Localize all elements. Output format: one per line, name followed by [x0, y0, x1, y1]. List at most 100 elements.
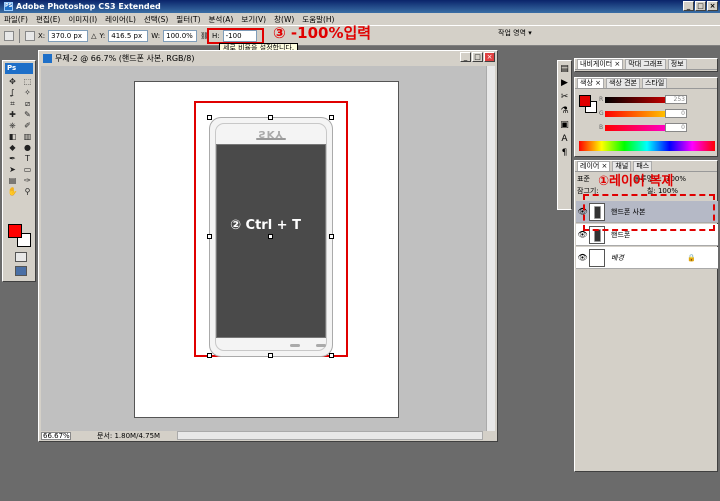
transform-handle-bc[interactable] — [268, 353, 273, 358]
actions-icon[interactable]: ▶ — [559, 78, 570, 89]
tab-histogram[interactable]: 막대 그래프 — [625, 59, 666, 69]
menu-image[interactable]: 이미지(I) — [68, 14, 97, 25]
lasso-tool-icon[interactable]: ʆ — [6, 88, 19, 98]
eye-icon[interactable]: 👁 — [576, 230, 589, 239]
tab-styles[interactable]: 스타일 — [641, 78, 668, 88]
document-window-controls: _ □ × — [460, 52, 495, 62]
delta-icon: △ — [91, 31, 97, 40]
move-tool-icon[interactable]: ✥ — [6, 77, 19, 87]
menu-file[interactable]: 파일(F) — [4, 14, 28, 25]
maximize-button[interactable]: □ — [695, 1, 706, 11]
crop-tool-icon[interactable]: ⌗ — [6, 99, 19, 109]
zoom-tool-icon[interactable]: ⚲ — [21, 187, 34, 197]
doc-maximize-button[interactable]: □ — [472, 52, 483, 62]
transform-handle-ml[interactable] — [207, 234, 212, 239]
menu-layer[interactable]: 레이어(L) — [105, 14, 136, 25]
healing-tool-icon[interactable]: ✚ — [6, 110, 19, 120]
y-field[interactable]: 416.5 px — [108, 29, 149, 42]
app-titlebar: PS Adobe Photoshop CS3 Extended _ □ × — [0, 0, 720, 13]
tab-swatches[interactable]: 색상 견본 — [605, 78, 640, 88]
ps-logo: Ps — [5, 63, 33, 74]
document-titlebar[interactable]: 무제-2 @ 66.7% (핸드폰 사본, RGB/8) _ □ × — [41, 52, 495, 64]
eyedropper-tool-icon[interactable]: ✑ — [21, 176, 34, 186]
transform-handle-tl[interactable] — [207, 115, 212, 120]
phone-speaker — [256, 138, 286, 140]
transform-handle-mr[interactable] — [329, 234, 334, 239]
height-field-highlight — [207, 28, 264, 44]
history-icon[interactable]: ▤ — [559, 64, 570, 75]
eraser-tool-icon[interactable]: ◧ — [6, 132, 19, 142]
x-label: X: — [38, 31, 46, 40]
transform-handle-br[interactable] — [329, 353, 334, 358]
vertical-scrollbar[interactable] — [486, 66, 495, 431]
close-button[interactable]: × — [707, 1, 718, 11]
menu-analysis[interactable]: 분석(A) — [209, 14, 234, 25]
layer-name: 핸드폰 — [611, 230, 631, 239]
layer-row[interactable]: 👁 배경 🔒 — [576, 247, 718, 269]
marquee-tool-icon[interactable]: ⬚ — [21, 77, 34, 87]
transform-tool-icon[interactable] — [4, 30, 14, 41]
toolbox: Ps ✥ ⬚ ʆ ✧ ⌗ ⧄ ✚ ✎ ⎈ ✐ ◧ ▥ ◆ ● ✒ T ➤ ▭ ▤ ✑ ✋ ⚲ — [2, 60, 36, 282]
blend-mode-select[interactable]: 표준 — [577, 174, 590, 184]
slice-tool-icon[interactable]: ⧄ — [21, 99, 34, 109]
stamp-tool-icon[interactable]: ⎈ — [6, 121, 19, 131]
notes-tool-icon[interactable]: ▤ — [6, 176, 19, 186]
width-field[interactable]: 100.0% — [163, 29, 198, 42]
tab-color[interactable]: 색상 × — [577, 78, 604, 88]
panel-foreground-swatch[interactable] — [579, 95, 591, 107]
screen-mode-icon[interactable] — [15, 266, 27, 276]
blur-tool-icon[interactable]: ◆ — [6, 143, 19, 153]
tool-presets-icon[interactable]: ✂ — [559, 92, 570, 103]
document-title: 무제-2 @ 66.7% (핸드폰 사본, RGB/8) — [55, 53, 195, 63]
transform-center-point[interactable] — [268, 234, 273, 239]
zoom-level[interactable]: 66.67% — [41, 431, 71, 440]
dock-icon-strip: ▤ ▶ ✂ ⚗ ▣ A ¶ — [557, 60, 572, 210]
tab-info[interactable]: 정보 — [667, 59, 687, 69]
b-value[interactable]: 0 — [665, 123, 687, 132]
quick-mask-icon[interactable] — [15, 252, 27, 262]
color-spectrum[interactable] — [579, 141, 715, 151]
w-label: W: — [151, 31, 161, 40]
eye-icon[interactable]: 👁 — [576, 253, 589, 262]
horizontal-scrollbar[interactable] — [177, 431, 483, 440]
pen-tool-icon[interactable]: ✒ — [6, 154, 19, 164]
doc-close-button[interactable]: × — [484, 52, 495, 62]
minimize-button[interactable]: _ — [683, 1, 694, 11]
workspace-button[interactable]: 작업 영역 ▾ — [498, 28, 532, 38]
character-icon[interactable]: A — [559, 134, 570, 145]
y-label: Y: — [99, 31, 106, 40]
path-select-tool-icon[interactable]: ➤ — [6, 165, 19, 175]
history-brush-tool-icon[interactable]: ✐ — [21, 121, 34, 131]
navigator-panel-tabs: 내비게이터 × 막대 그래프 정보 — [575, 59, 717, 70]
color-panel-tabs: 색상 × 색상 견본 스타일 — [575, 78, 717, 89]
transform-handle-bl[interactable] — [207, 353, 212, 358]
menu-filter[interactable]: 필터(T) — [176, 14, 200, 25]
options-separator — [19, 28, 20, 43]
duplicate-layer-highlight — [583, 194, 715, 231]
paragraph-icon[interactable]: ¶ — [559, 148, 570, 159]
menu-edit[interactable]: 편집(E) — [36, 14, 60, 25]
transform-handle-tr[interactable] — [329, 115, 334, 120]
type-tool-icon[interactable]: T — [21, 154, 34, 164]
foreground-color-swatch[interactable] — [8, 224, 22, 238]
g-label: G — [599, 110, 604, 117]
layer-name: 배경 — [611, 253, 624, 262]
brushes-icon[interactable]: ⚗ — [559, 106, 570, 117]
gradient-tool-icon[interactable]: ▥ — [21, 132, 34, 142]
r-value[interactable]: 253 — [665, 95, 687, 104]
shape-tool-icon[interactable]: ▭ — [21, 165, 34, 175]
phone-buttons — [290, 344, 326, 349]
x-field[interactable]: 370.0 px — [48, 29, 89, 42]
magic-wand-tool-icon[interactable]: ✧ — [21, 88, 34, 98]
menu-view[interactable]: 보기(V) — [241, 14, 266, 25]
brush-tool-icon[interactable]: ✎ — [21, 110, 34, 120]
reference-point-icon[interactable] — [25, 30, 35, 41]
doc-minimize-button[interactable]: _ — [460, 52, 471, 62]
dodge-tool-icon[interactable]: ● — [21, 143, 34, 153]
transform-handle-tc[interactable] — [268, 115, 273, 120]
g-value[interactable]: 0 — [665, 109, 687, 118]
menu-select[interactable]: 선택(S) — [144, 14, 168, 25]
clone-source-icon[interactable]: ▣ — [559, 120, 570, 131]
hand-tool-icon[interactable]: ✋ — [6, 187, 19, 197]
tab-navigator[interactable]: 내비게이터 × — [577, 59, 624, 69]
